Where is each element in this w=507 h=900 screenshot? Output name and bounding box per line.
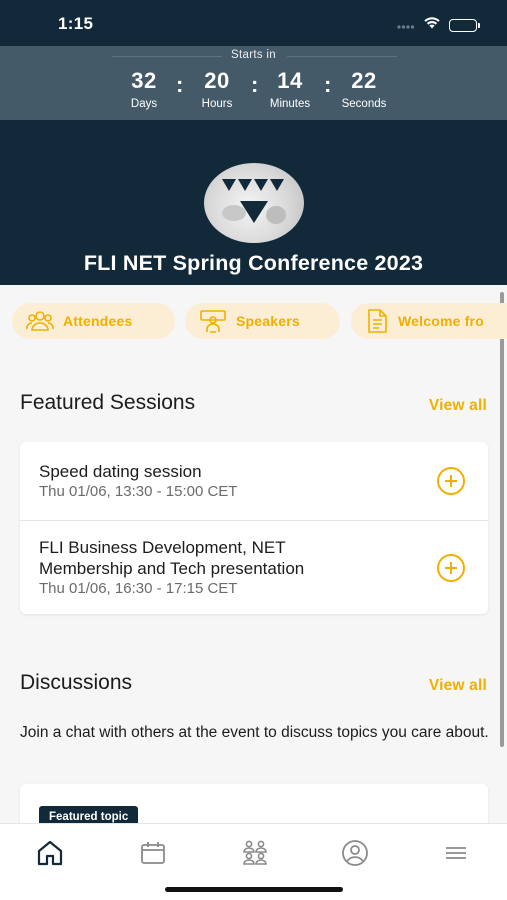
discussions-title: Discussions bbox=[20, 671, 133, 694]
welcome-label: Welcome fro bbox=[398, 313, 484, 329]
speakers-label: Speakers bbox=[236, 313, 300, 329]
add-to-agenda-icon[interactable] bbox=[436, 553, 466, 583]
status-time: 1:15 bbox=[58, 14, 94, 33]
session-title-line2: Membership and Tech presentation bbox=[39, 559, 305, 578]
speakers-chip[interactable]: Speakers bbox=[185, 303, 340, 339]
countdown-hours: 20 Hours bbox=[201, 68, 233, 110]
tab-home[interactable] bbox=[35, 840, 65, 866]
attendees-label: Attendees bbox=[63, 313, 133, 329]
countdown-label: Starts in bbox=[231, 49, 276, 61]
countdown-banner: Starts in 32 Days : 20 Hours : 14 Minute… bbox=[0, 46, 507, 120]
featured-sessions-title: Featured Sessions bbox=[20, 391, 196, 414]
document-icon bbox=[368, 309, 387, 333]
discussions-description: Join a chat with others at the event to … bbox=[20, 724, 489, 741]
featured-sessions-card: Speed dating session Thu 01/06, 13:30 - … bbox=[20, 442, 488, 614]
event-header: FLI NET Spring Conference 2023 bbox=[0, 120, 507, 285]
session-title: Speed dating session bbox=[39, 462, 202, 481]
calendar-icon bbox=[141, 842, 165, 864]
tab-profile[interactable] bbox=[340, 840, 370, 866]
conference-logo bbox=[204, 163, 304, 243]
session-time: Thu 01/06, 13:30 - 15:00 CET bbox=[39, 483, 238, 500]
session-time: Thu 01/06, 16:30 - 17:15 CET bbox=[39, 580, 238, 597]
home-indicator[interactable] bbox=[165, 887, 343, 892]
attendees-icon bbox=[26, 311, 54, 331]
countdown-days: 32 Days bbox=[130, 68, 158, 110]
countdown-minutes: 14 Minutes bbox=[269, 68, 311, 110]
session-item[interactable]: Speed dating session Thu 01/06, 13:30 - … bbox=[20, 442, 488, 520]
countdown-seconds: 22 Seconds bbox=[341, 68, 387, 110]
discussions-view-all[interactable]: View all bbox=[429, 677, 487, 695]
tab-agenda[interactable] bbox=[138, 840, 168, 866]
battery-icon bbox=[449, 18, 480, 32]
people-icon bbox=[243, 840, 267, 865]
profile-icon bbox=[342, 840, 368, 866]
add-to-agenda-icon[interactable] bbox=[436, 466, 466, 496]
tab-bar bbox=[0, 823, 507, 900]
speakers-icon bbox=[200, 310, 226, 333]
home-icon bbox=[37, 840, 63, 866]
status-bar: 1:15 bbox=[0, 0, 507, 46]
session-item[interactable]: FLI Business Development, NET Membership… bbox=[20, 521, 488, 614]
tab-people[interactable] bbox=[240, 840, 270, 866]
session-title-line1: FLI Business Development, NET bbox=[39, 538, 286, 557]
home-content[interactable]: Attendees Speakers Welcome fro Featured … bbox=[0, 285, 507, 823]
tab-menu[interactable] bbox=[441, 840, 471, 866]
welcome-chip[interactable]: Welcome fro bbox=[351, 303, 507, 339]
scrollbar[interactable] bbox=[500, 292, 504, 747]
featured-sessions-view-all[interactable]: View all bbox=[429, 397, 487, 415]
status-icons bbox=[397, 16, 480, 34]
featured-topic-badge: Featured topic bbox=[39, 806, 139, 823]
wifi-icon bbox=[423, 16, 441, 34]
featured-topic-card[interactable]: Featured topic bbox=[20, 784, 488, 823]
menu-icon bbox=[446, 847, 466, 859]
signal-icon bbox=[397, 16, 415, 34]
attendees-chip[interactable]: Attendees bbox=[12, 303, 175, 339]
event-title: FLI NET Spring Conference 2023 bbox=[83, 251, 424, 275]
